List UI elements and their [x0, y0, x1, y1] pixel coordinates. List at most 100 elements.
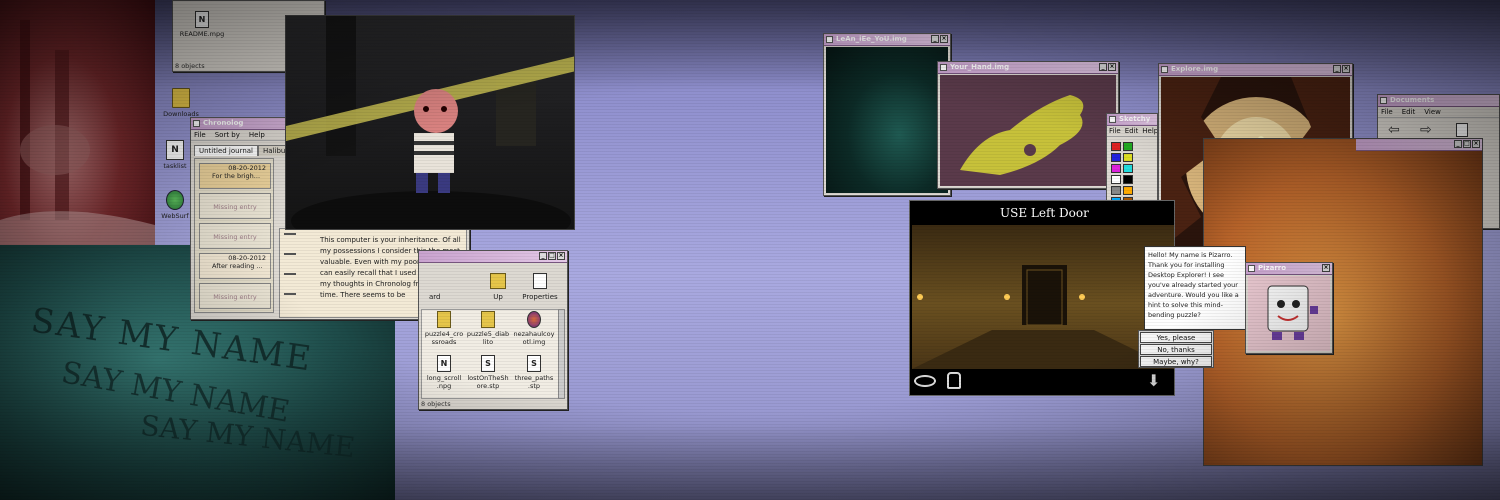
image-icon [527, 311, 541, 328]
notepad-icon: N [166, 140, 184, 160]
close-button[interactable]: × [1342, 65, 1350, 73]
close-button[interactable]: × [940, 35, 948, 43]
no-thanks-button[interactable]: No, thanks [1140, 344, 1212, 355]
close-button[interactable]: × [557, 252, 565, 260]
look-eye-icon[interactable] [914, 375, 936, 387]
chronolog-tabs: Untitled journal Halibut's [194, 145, 299, 156]
desktop: SAY MY NAME SAY MY NAME SAY MY NAME Down… [0, 0, 1500, 500]
dungeon-image [912, 225, 1174, 369]
close-button[interactable]: × [1472, 140, 1480, 148]
learn-image-titlebar[interactable]: LeAn_iEe_YoU.img _ × [824, 34, 950, 46]
vertical-scrollbar[interactable] [558, 309, 565, 399]
palette-swatch[interactable] [1111, 142, 1121, 151]
palette-swatch[interactable] [1111, 175, 1121, 184]
back-arrow-icon[interactable]: ⇦ [1388, 122, 1400, 138]
color-palette [1111, 142, 1133, 206]
journal-entry-missing[interactable]: Missing entry [199, 223, 271, 249]
game-viewport[interactable]: USE Left Door ⬇ [909, 200, 1175, 396]
pizarro-mascot [1248, 276, 1330, 351]
readme-file[interactable]: N README.mpg [179, 11, 225, 38]
hand-image-window[interactable]: Your_Hand.img _ × [937, 61, 1119, 189]
file-puzzle4-crossroads[interactable]: puzzle4_cro ssroads [421, 311, 467, 346]
image-file-icon [826, 36, 833, 43]
file-nezahaulcoyotl[interactable]: nezahaulcoy otl.img [511, 311, 557, 346]
menu-view[interactable]: View [1424, 107, 1441, 117]
menu-sort-by[interactable]: Sort by [215, 130, 240, 140]
learn-image-window[interactable]: LeAn_iEe_YoU.img _ × [823, 33, 951, 196]
image-file-icon [1161, 66, 1168, 73]
minimize-button[interactable]: _ [1333, 65, 1341, 73]
minimize-button[interactable]: _ [1099, 63, 1107, 71]
status-text: 8 objects [175, 62, 205, 70]
pizarro-options: Yes, please No, thanks Maybe, why? [1138, 330, 1214, 368]
file-three-paths[interactable]: S three_paths .stp [511, 355, 557, 390]
maximize-button[interactable]: □ [548, 252, 556, 260]
properties-icon [533, 273, 547, 289]
pizarro-titlebar[interactable]: Pizarro × [1246, 263, 1332, 275]
red-statue-image [0, 0, 155, 255]
up-button[interactable]: Up [483, 271, 513, 301]
journal-entry[interactable]: 08-20-2012 After reading ... [199, 253, 271, 279]
move-down-arrow-icon[interactable]: ⬇ [1147, 371, 1160, 390]
minimize-button[interactable]: _ [931, 35, 939, 43]
notepad-icon: N [195, 11, 209, 28]
palette-icon [1109, 116, 1116, 123]
explorer-titlebar[interactable]: _ □ × [419, 251, 567, 263]
close-button[interactable]: × [1322, 264, 1330, 272]
up-folder-icon[interactable] [1456, 123, 1468, 137]
palette-swatch[interactable] [1123, 175, 1133, 184]
sketchy-titlebar[interactable]: Sketchy [1107, 114, 1157, 126]
journal-entry-missing[interactable]: Missing entry [199, 283, 271, 309]
menu-edit[interactable]: Edit [1125, 126, 1139, 136]
palette-swatch[interactable] [1123, 153, 1133, 162]
game-caption: USE Left Door [1000, 206, 1089, 220]
menu-file[interactable]: File [1381, 107, 1393, 117]
journal-entry[interactable]: 08-20-2012 For the brigh... [199, 163, 271, 189]
menu-edit[interactable]: Edit [1402, 107, 1416, 117]
pencil-icon [193, 120, 200, 127]
file-long-scroll[interactable]: N long_scroll .npg [421, 355, 467, 390]
palette-swatch[interactable] [1111, 164, 1121, 173]
yes-please-button[interactable]: Yes, please [1140, 332, 1212, 343]
minimize-button[interactable]: _ [539, 252, 547, 260]
forward-arrow-icon[interactable]: ⇨ [1420, 122, 1432, 138]
maybe-why-button[interactable]: Maybe, why? [1140, 356, 1212, 367]
menu-file[interactable]: File [1109, 126, 1121, 136]
palette-swatch[interactable] [1123, 186, 1133, 195]
palette-swatch[interactable] [1123, 142, 1133, 151]
forward-button[interactable]: ard [429, 293, 441, 301]
explorer-toolbar: ard Up Properties [423, 271, 565, 307]
journal-entry-missing[interactable]: Missing entry [199, 193, 271, 219]
maximize-button[interactable]: □ [1463, 140, 1471, 148]
pizarro-speech-bubble: Hello! My name is Pizarro. Thank you for… [1144, 246, 1246, 330]
palette-swatch[interactable] [1111, 186, 1121, 195]
properties-button[interactable]: Properties [518, 271, 562, 301]
close-button[interactable]: × [1108, 63, 1116, 71]
file-lost-on-the-shore[interactable]: S lostOnTheSh ore.stp [465, 355, 511, 390]
orange-cave-titlebar[interactable]: _ □ × [1356, 139, 1482, 151]
menu-help[interactable]: Help [1142, 126, 1157, 136]
pizarro-mini-icon [1248, 265, 1255, 272]
palette-swatch[interactable] [1123, 164, 1133, 173]
hand-image [940, 75, 1116, 186]
tab-untitled-journal[interactable]: Untitled journal [194, 145, 259, 156]
explore-image-titlebar[interactable]: Explore.img _ × [1159, 64, 1352, 76]
documents-menubar: File Edit View [1378, 107, 1499, 118]
image-file-icon [940, 64, 947, 71]
hand-cursor-icon[interactable] [947, 372, 961, 389]
desktop-icon-downloads[interactable]: Downloads [158, 88, 204, 118]
notepad-icon: N [437, 355, 451, 372]
folder-icon [172, 88, 190, 108]
minimize-button[interactable]: _ [1454, 140, 1462, 148]
globe-icon [166, 190, 184, 210]
menu-file[interactable]: File [194, 130, 206, 140]
file-puzzle5-diablito[interactable]: puzzle5_diab lito [465, 311, 511, 346]
palette-swatch[interactable] [1111, 153, 1121, 162]
status-text: 8 objects [421, 400, 451, 408]
file-explorer-window[interactable]: _ □ × ard Up Properties puzzle4_cro ssro… [418, 250, 568, 410]
binder-rings [284, 233, 296, 313]
pizarro-window[interactable]: Pizarro × [1245, 262, 1333, 354]
menu-help[interactable]: Help [249, 130, 265, 140]
documents-titlebar[interactable]: Documents [1378, 95, 1499, 107]
hand-image-titlebar[interactable]: Your_Hand.img _ × [938, 62, 1118, 74]
